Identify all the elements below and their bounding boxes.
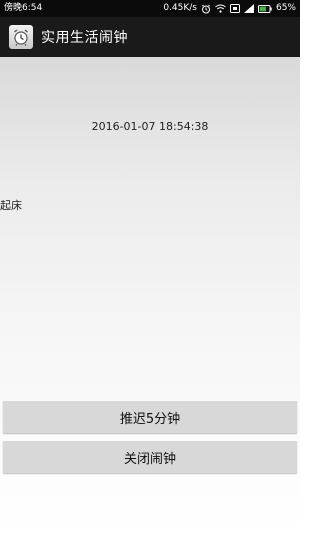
alarm-label: 起床	[0, 199, 22, 212]
status-icons: 0.45K/s 65%	[163, 0, 296, 17]
alarm-clock-icon	[9, 25, 33, 49]
battery-icon	[257, 4, 272, 13]
wifi-icon	[215, 4, 226, 13]
snooze-button[interactable]: 推迟5分钟	[3, 401, 297, 433]
status-time: 傍晚6:54	[4, 3, 43, 13]
alarm-icon	[201, 4, 211, 14]
current-datetime: 2016-01-07 18:54:38	[91, 120, 209, 133]
screen-icon	[229, 4, 240, 13]
close-alarm-button[interactable]: 关闭闹钟	[3, 441, 297, 473]
battery-percent: 65%	[275, 3, 296, 13]
signal-icon	[243, 4, 254, 13]
network-speed: 0.45K/s	[163, 3, 197, 13]
app-bar: 实用生活闹钟	[0, 17, 300, 57]
app-title: 实用生活闹钟	[41, 30, 128, 46]
status-bar: 傍晚6:54 0.45K/s 65%	[0, 0, 300, 17]
